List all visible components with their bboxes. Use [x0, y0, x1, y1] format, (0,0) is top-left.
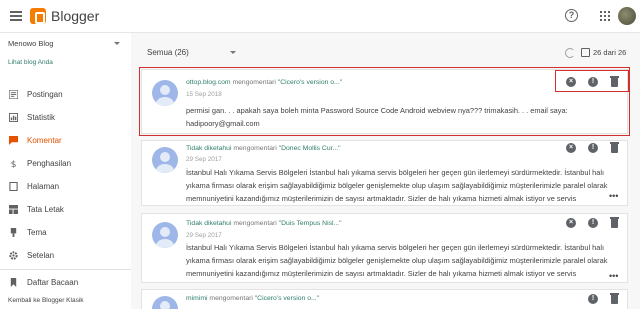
- comment-body: İstanbul Halı Yıkama Servis Bölgeleri İs…: [186, 168, 608, 203]
- trash-icon[interactable]: [610, 217, 619, 228]
- comment-card[interactable]: mimimi mengomentari "Cicero's version o.…: [141, 289, 628, 309]
- theme-icon: [10, 228, 17, 237]
- sidebar-item-label: Tema: [27, 228, 47, 237]
- sidebar-item-halaman[interactable]: Halaman: [0, 177, 131, 197]
- stats-icon: [9, 113, 18, 122]
- comment-count: 26 dari 26: [593, 48, 627, 57]
- more-icon[interactable]: •••: [609, 191, 618, 201]
- sidebar-item-label: Setelan: [27, 251, 55, 260]
- view-blog-link[interactable]: Lihat blog Anda: [8, 59, 53, 66]
- sidebar-item-label: Postingan: [27, 90, 63, 99]
- trash-icon[interactable]: [610, 142, 619, 153]
- sidebar: Menowo Blog Lihat blog Anda Postingan St…: [0, 33, 131, 309]
- help-icon[interactable]: ?: [565, 9, 578, 22]
- svg-text:$: $: [11, 160, 17, 168]
- comment-body: İstanbul Halı Yıkama Servis Bölgeleri İs…: [186, 243, 608, 278]
- comment-header: Tidak diketahui mengomentari "Duis Tempu…: [186, 220, 342, 227]
- comment-verb: mengomentari: [209, 295, 253, 302]
- close-icon[interactable]: ×: [566, 218, 576, 228]
- comment-verb: mengomentari: [233, 220, 277, 227]
- comment-card[interactable]: Tidak diketahui mengomentari "Donec Moll…: [141, 140, 628, 206]
- classic-blogger-link[interactable]: Kembali ke Blogger Klasik: [8, 297, 84, 304]
- comment-author[interactable]: mimimi: [186, 295, 208, 302]
- commenter-avatar: [152, 296, 178, 309]
- spam-icon[interactable]: !: [588, 218, 598, 228]
- sidebar-item-komentar[interactable]: Komentar: [0, 131, 131, 151]
- page-icon: [9, 182, 18, 191]
- chevron-down-icon[interactable]: [230, 51, 236, 54]
- sidebar-item-penghasilan[interactable]: $ Penghasilan: [0, 154, 131, 174]
- more-icon[interactable]: •••: [609, 271, 618, 281]
- dollar-icon: $: [11, 160, 17, 168]
- menu-icon[interactable]: [10, 11, 22, 21]
- sidebar-item-tata-letak[interactable]: Tata Letak: [0, 200, 131, 220]
- app-title: Blogger: [51, 8, 100, 24]
- sidebar-item-tema[interactable]: Tema: [0, 223, 131, 243]
- comment-header: Tidak diketahui mengomentari "Donec Moll…: [186, 145, 341, 152]
- close-icon[interactable]: ×: [566, 143, 576, 153]
- sidebar-item-label: Komentar: [27, 136, 62, 145]
- sidebar-item-label: Halaman: [27, 182, 60, 191]
- comment-post-link[interactable]: "Duis Tempus Nisl...": [279, 220, 342, 227]
- spam-icon[interactable]: !: [588, 143, 598, 153]
- sidebar-item-statistik[interactable]: Statistik: [0, 108, 131, 128]
- comment-post-link[interactable]: "Donec Mollis Cur...": [279, 145, 341, 152]
- bookmark-icon: [10, 278, 17, 287]
- sidebar-item-postingan[interactable]: Postingan: [0, 85, 131, 105]
- comment-author[interactable]: Tidak diketahui: [186, 220, 231, 227]
- comment-verb: mengomentari: [233, 145, 277, 152]
- sidebar-item-label: Daftar Bacaan: [27, 278, 79, 287]
- refresh-icon[interactable]: [565, 48, 575, 58]
- spam-icon[interactable]: !: [588, 294, 598, 304]
- trash-icon[interactable]: [610, 293, 619, 304]
- apps-grid-icon[interactable]: [600, 11, 610, 21]
- highlight-box: [555, 70, 629, 92]
- comment-filter-select[interactable]: Semua (26): [147, 48, 189, 57]
- comment-header: mimimi mengomentari "Cicero's version o.…: [186, 295, 319, 302]
- top-bar: Blogger ?: [0, 0, 640, 33]
- blogger-logo-icon: [30, 8, 46, 24]
- sidebar-item-daftar-bacaan[interactable]: Daftar Bacaan: [0, 273, 131, 293]
- sidebar-item-setelan[interactable]: Setelan: [0, 246, 131, 266]
- comment-author[interactable]: Tidak diketahui: [186, 145, 231, 152]
- chevron-down-icon[interactable]: [114, 42, 120, 45]
- sidebar-item-label: Statistik: [27, 113, 56, 122]
- account-avatar[interactable]: [618, 7, 636, 25]
- commenter-avatar: [152, 222, 178, 248]
- blog-selector[interactable]: Menowo Blog: [8, 39, 53, 48]
- postingan-icon: [9, 90, 18, 99]
- divider: [0, 269, 131, 270]
- layout-icon: [9, 205, 18, 214]
- comment-icon: [9, 136, 18, 145]
- gear-icon: [9, 251, 18, 260]
- comment-post-link[interactable]: "Cicero's version o...": [255, 295, 319, 302]
- comment-date: 29 Sep 2017: [186, 156, 222, 163]
- commenter-avatar: [152, 147, 178, 173]
- select-all-checkbox[interactable]: [581, 48, 590, 57]
- comment-date: 29 Sep 2017: [186, 232, 222, 239]
- comment-card[interactable]: Tidak diketahui mengomentari "Duis Tempu…: [141, 213, 628, 283]
- sidebar-item-label: Penghasilan: [27, 159, 72, 168]
- sidebar-item-label: Tata Letak: [27, 205, 64, 214]
